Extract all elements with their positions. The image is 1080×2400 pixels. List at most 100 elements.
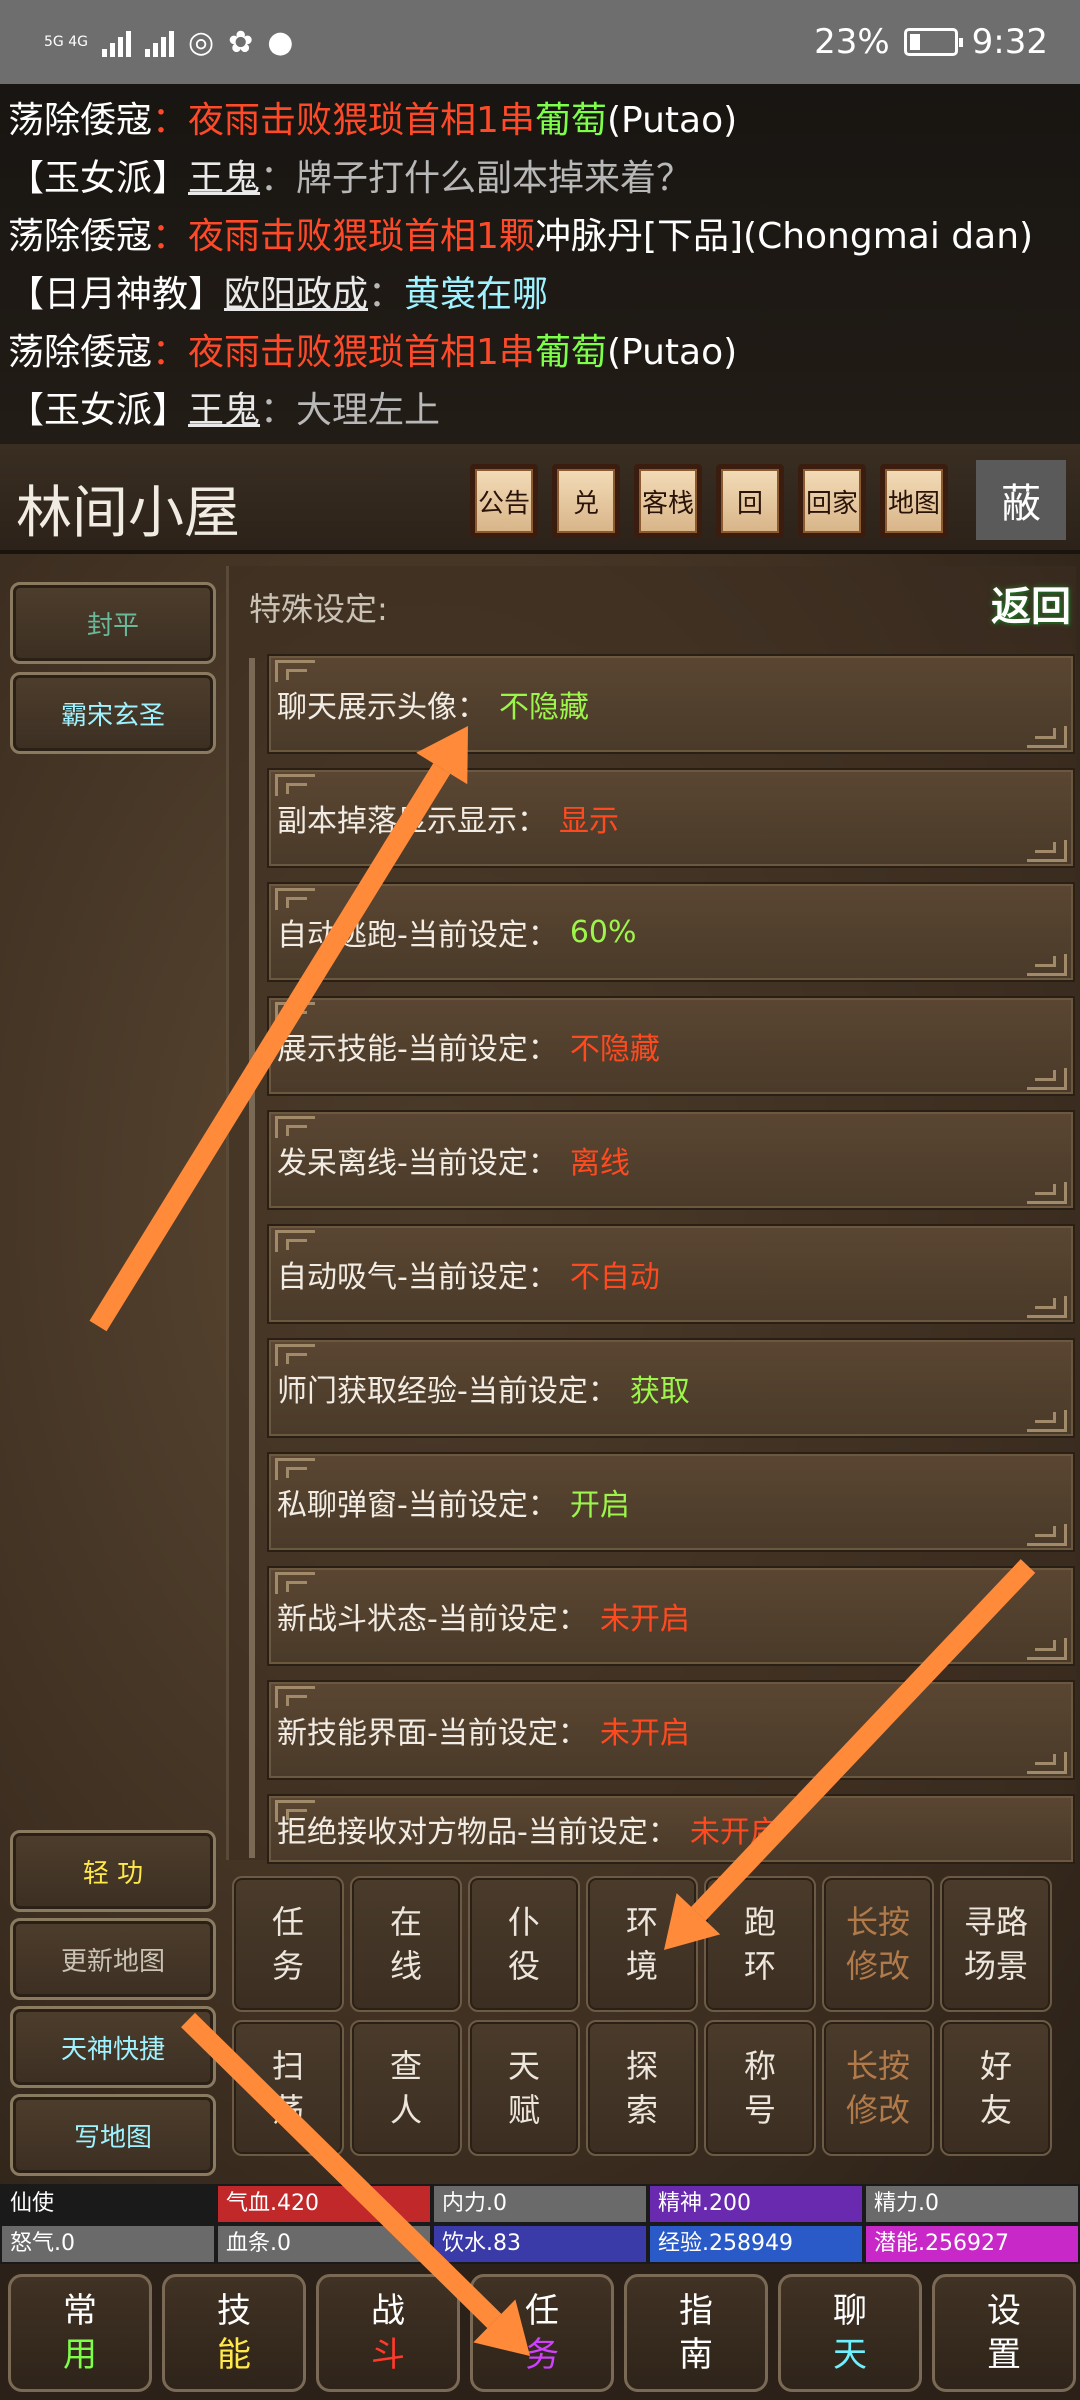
setting-row[interactable]: 拒绝接收对方物品-当前设定： 未开启 <box>267 1794 1075 1864</box>
function-button-label: 荡 <box>271 2091 304 2129</box>
nav-tab-bottom: 务 <box>525 2335 559 2375</box>
function-button[interactable]: 天赋 <box>468 2020 580 2156</box>
setting-row[interactable]: 副本掉落显示显示： 显示 <box>267 768 1075 868</box>
function-button[interactable]: 任务 <box>232 1876 344 2012</box>
chat-channel: 荡除倭寇 <box>8 332 153 373</box>
wechat-icon: ✿ <box>228 24 254 60</box>
chat-line: 荡除倭寇：夜雨击败猥琐首相1串葡萄(Putao) <box>8 324 1072 382</box>
setting-row[interactable]: 私聊弹窗-当前设定： 开启 <box>267 1452 1075 1552</box>
chat-separator: ： <box>260 390 297 431</box>
location-bar: 林间小屋 公告 兑 客栈 回 回家 地图 蔽 <box>0 444 1080 554</box>
setting-value: 显示 <box>559 804 619 839</box>
return-button[interactable]: 返回 <box>989 566 1073 640</box>
setting-label: 发呆离线-当前设定： <box>277 1146 558 1181</box>
function-button[interactable]: 长按 修改 <box>822 1876 934 2012</box>
function-button[interactable]: 探索 <box>586 2020 698 2156</box>
scrollbar[interactable] <box>249 658 255 1858</box>
setting-row[interactable]: 聊天展示头像： 不隐藏 <box>267 654 1075 754</box>
nav-tab[interactable]: 设置 <box>932 2274 1076 2392</box>
function-button[interactable]: 扫荡 <box>232 2020 344 2156</box>
stat-cell: 饮水.83 <box>434 2226 646 2262</box>
hide-button[interactable]: 蔽 <box>976 460 1066 540</box>
chat-player-name[interactable]: 欧阳政成 <box>224 274 368 315</box>
nav-tab[interactable]: 战斗 <box>316 2274 460 2392</box>
function-button-label: 天 <box>507 2047 540 2085</box>
function-button[interactable]: 跑环 <box>704 1876 816 2012</box>
function-button-label: 在 <box>389 1903 422 1941</box>
nav-tab[interactable]: 技能 <box>162 2274 306 2392</box>
go-home-button[interactable]: 回家 <box>798 464 866 538</box>
function-button[interactable]: 在线 <box>350 1876 462 2012</box>
setting-row[interactable]: 自动逃跑-当前设定： 60% <box>267 882 1075 982</box>
function-button-label: 修改 <box>845 1947 910 1985</box>
setting-value: 不自动 <box>569 1260 660 1295</box>
chat-channel: 荡除倭寇 <box>8 216 153 257</box>
stat-cell: 仙使 <box>2 2186 214 2222</box>
setting-value: 不隐藏 <box>569 1032 660 1067</box>
chat-text: 夜雨击败猥琐首相1串 <box>188 100 535 141</box>
setting-label: 自动逃跑-当前设定： <box>277 918 558 953</box>
function-button-label: 友 <box>979 2091 1012 2129</box>
function-button[interactable]: 寻路 场景 <box>940 1876 1052 2012</box>
chat-line: 【玉女派】王鬼：大理左上 <box>8 382 1072 440</box>
nav-tab-bottom: 能 <box>217 2335 251 2375</box>
map-button[interactable]: 地图 <box>880 464 948 538</box>
stat-cell: 怒气.0 <box>2 2226 214 2262</box>
write-map-button[interactable]: 写地图 <box>10 2094 216 2176</box>
chat-line: 荡除倭寇：夜雨击败猥琐首相1串葡萄(Putao) <box>8 92 1072 150</box>
network-indicators: 5G 4G ◎ ✿ ● <box>44 25 293 60</box>
chat-text: 牌子打什么副本掉来着？ <box>296 158 693 199</box>
function-button-label: 扫 <box>271 2047 304 2085</box>
nav-tab[interactable]: 聊天 <box>778 2274 922 2392</box>
shortcut-button[interactable]: 天神快捷 <box>10 2006 216 2088</box>
setting-label: 师门获取经验-当前设定： <box>277 1374 618 1409</box>
function-button[interactable]: 仆役 <box>468 1876 580 2012</box>
setting-row[interactable]: 发呆离线-当前设定： 离线 <box>267 1110 1075 1210</box>
setting-row[interactable]: 新技能界面-当前设定： 未开启 <box>267 1680 1075 1780</box>
stat-cell: 精神.200 <box>650 2186 862 2222</box>
function-button[interactable]: 称号 <box>704 2020 816 2156</box>
function-button[interactable]: 查人 <box>350 2020 462 2156</box>
chat-player-name[interactable]: 王鬼 <box>188 390 260 431</box>
function-button[interactable]: 好友 <box>940 2020 1052 2156</box>
chat-text: 夜雨击败猥琐首相1颗 <box>188 216 535 257</box>
exchange-button[interactable]: 兑 <box>552 464 620 538</box>
left-button-fengping[interactable]: 封平 <box>10 582 216 664</box>
setting-row[interactable]: 展示技能-当前设定： 不隐藏 <box>267 996 1075 1096</box>
nav-tab[interactable]: 常用 <box>8 2274 152 2392</box>
function-button-label: 环 <box>625 1903 658 1941</box>
update-map-button[interactable]: 更新地图 <box>10 1918 216 2000</box>
function-button-label: 人 <box>389 2091 422 2129</box>
function-button-label: 好 <box>979 2047 1012 2085</box>
nav-tab[interactable]: 任务 <box>470 2274 614 2392</box>
setting-row[interactable]: 自动吸气-当前设定： 不自动 <box>267 1224 1075 1324</box>
chat-player-name[interactable]: 王鬼 <box>188 158 260 199</box>
chat-text: (Putao) <box>606 332 738 373</box>
setting-row[interactable]: 新战斗状态-当前设定： 未开启 <box>267 1566 1075 1666</box>
chat-line: 荡除倭寇：夜雨击败猥琐首相1颗冲脉丹[下品](Chongmai dan) <box>8 208 1072 266</box>
function-button-label: 环 <box>743 1947 776 1985</box>
stat-cell: 血条.0 <box>218 2226 430 2262</box>
notice-button[interactable]: 公告 <box>470 464 538 538</box>
setting-label: 展示技能-当前设定： <box>277 1032 558 1067</box>
function-button[interactable]: 长按 修改 <box>822 2020 934 2156</box>
qinggong-button[interactable]: 轻 功 <box>10 1830 216 1912</box>
setting-value: 不隐藏 <box>499 690 589 725</box>
return-button-small[interactable]: 回 <box>716 464 784 538</box>
settings-panel: 特殊设定: 返回 聊天展示头像： 不隐藏 副本掉落显示显示： 显示 自动逃跑-当前设定：… <box>226 566 1076 1864</box>
setting-row[interactable]: 师门获取经验-当前设定： 获取 <box>267 1338 1075 1438</box>
corner-ornament <box>275 1344 315 1366</box>
setting-label: 自动吸气-当前设定： <box>277 1260 558 1295</box>
nav-tab-top: 战 <box>371 2291 405 2331</box>
function-button[interactable]: 环境 <box>586 1876 698 2012</box>
chat-text: 葡萄 <box>534 100 607 141</box>
setting-value: 未开启 <box>599 1716 690 1751</box>
setting-label: 新技能界面-当前设定： <box>277 1716 588 1751</box>
corner-ornament <box>275 1800 315 1822</box>
left-button-basong[interactable]: 霸宋玄圣 <box>10 672 216 754</box>
nav-tab[interactable]: 指南 <box>624 2274 768 2392</box>
inn-button[interactable]: 客栈 <box>634 464 702 538</box>
clock: 9:32 <box>971 22 1048 62</box>
function-button-label: 场景 <box>963 1947 1028 1985</box>
chat-log[interactable]: 荡除倭寇：夜雨击败猥琐首相1串葡萄(Putao) 【玉女派】王鬼：牌子打什么副本掉… <box>0 84 1080 444</box>
